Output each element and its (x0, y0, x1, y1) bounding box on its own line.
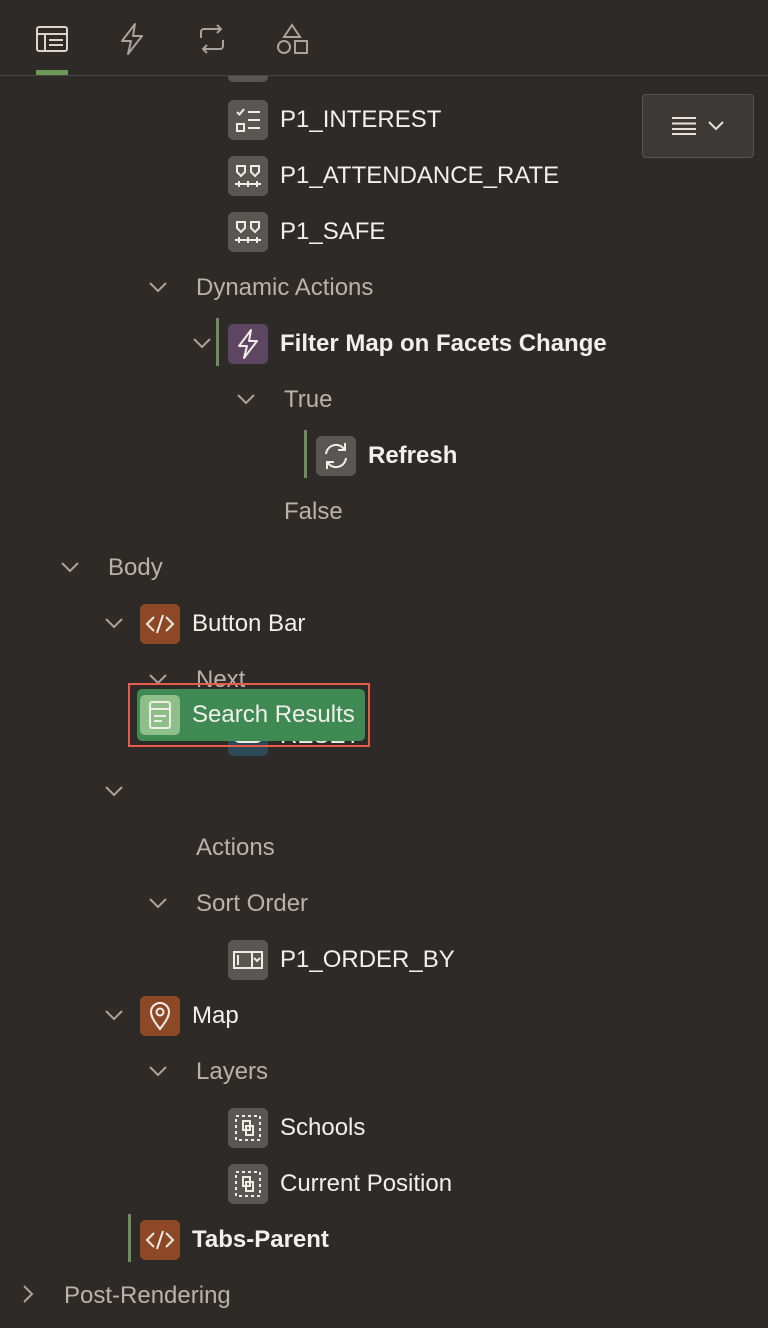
select-list-icon (228, 940, 268, 980)
tab-dynamic-actions[interactable] (112, 18, 152, 60)
tree-item-tabs-parent[interactable]: Tabs-Parent (140, 1212, 329, 1268)
code-icon (140, 604, 180, 644)
tree-item-label: P1_INTEREST (280, 106, 442, 133)
tab-processing[interactable] (192, 18, 232, 60)
tree-item-label: Sort Order (196, 890, 309, 917)
chevron-down-icon[interactable] (102, 611, 126, 635)
tree-group-true[interactable]: True (284, 372, 332, 428)
layer-icon (228, 1164, 268, 1204)
tree-group-body[interactable]: Body (108, 540, 163, 596)
range-icon (228, 156, 268, 196)
top-toolbar (0, 0, 768, 76)
chevron-down-icon[interactable] (146, 275, 170, 299)
code-icon (140, 1220, 180, 1260)
tree-item-label: Layers (196, 1058, 269, 1085)
tree-item-label: Tabs-Parent (192, 1226, 329, 1253)
tree-item-filter-map[interactable]: Filter Map on Facets Change (228, 316, 607, 372)
tree-group-layers[interactable]: Layers (196, 1044, 268, 1100)
tree-group-sort-order[interactable]: Sort Order (196, 876, 308, 932)
tree-item-p1-interest[interactable]: P1_INTEREST (228, 92, 441, 148)
tab-rendering[interactable] (32, 18, 72, 60)
tree-item-label: Body (108, 554, 163, 581)
range-icon (228, 212, 268, 252)
shared-components-icon (277, 23, 308, 54)
tree-item-label: Dynamic Actions (196, 274, 374, 301)
tree-item-p1-order-by[interactable]: P1_ORDER_BY (228, 932, 455, 988)
processing-icon (200, 24, 224, 54)
tree-item-label: True (284, 386, 333, 413)
chevron-down-icon[interactable] (102, 779, 126, 803)
tree-item-search-results[interactable]: Search Results (140, 688, 355, 742)
rendering-tree-icon (36, 26, 68, 52)
chevron-right-icon[interactable] (16, 1282, 40, 1306)
checkbox-list-icon (228, 100, 268, 140)
tree-item-p1-attendance-rate[interactable]: P1_ATTENDANCE_RATE (228, 148, 559, 204)
tree-item-label: P1_SAFE (280, 218, 386, 245)
chevron-down-icon[interactable] (190, 331, 214, 355)
tree-item-current-position[interactable]: Current Position (228, 1156, 452, 1212)
tree-item-label: Search Results (192, 701, 355, 728)
tree-item-schools[interactable]: Schools (228, 1100, 365, 1156)
tree-branch-bar (304, 430, 307, 478)
map-pin-icon (140, 996, 180, 1036)
tree-item-label: Schools (280, 1114, 366, 1141)
tree-item-map[interactable]: Map (140, 988, 239, 1044)
tab-shared-components[interactable] (272, 18, 312, 60)
tree-group-actions[interactable]: Actions (196, 820, 275, 876)
layer-icon (228, 1108, 268, 1148)
lightning-icon (121, 23, 143, 55)
refresh-icon (316, 436, 356, 476)
lightning-icon (228, 324, 268, 364)
chevron-down-icon[interactable] (146, 1059, 170, 1083)
tree-item-label: Post-Rendering (64, 1282, 231, 1309)
tree-group-false[interactable]: False (284, 484, 343, 540)
tree-item-label: P1_ORDER_BY (280, 946, 455, 973)
tree-item-p1-safe[interactable]: P1_SAFE (228, 204, 385, 260)
tree-item-label: False (284, 498, 343, 525)
tree-item-partial (228, 76, 268, 82)
tree-group-dynamic-actions[interactable]: Dynamic Actions (196, 260, 373, 316)
tree-item-label: Actions (196, 834, 275, 861)
chevron-down-icon[interactable] (58, 555, 82, 579)
active-tab-indicator (36, 70, 68, 75)
tree-branch-bar (216, 318, 219, 366)
tree-item-label: Refresh (368, 442, 458, 469)
tree-item-label: Map (192, 1002, 239, 1029)
tree-item-label: Button Bar (192, 610, 306, 637)
tree-item-label: Filter Map on Facets Change (280, 330, 607, 357)
tree-item-label: P1_ATTENDANCE_RATE (280, 162, 560, 189)
report-icon (140, 695, 180, 735)
tree-item-label: Current Position (280, 1170, 453, 1197)
rendering-tree: P1_INTEREST P1_ATTENDANCE_RATE P1_SAFE D… (0, 76, 768, 1328)
chevron-down-icon[interactable] (234, 387, 258, 411)
tree-group-post-rendering[interactable]: Post-Rendering (64, 1268, 231, 1324)
tree-item-button-bar[interactable]: Button Bar (140, 596, 305, 652)
tree-item-refresh[interactable]: Refresh (316, 428, 457, 484)
chevron-down-icon[interactable] (146, 891, 170, 915)
tree-branch-bar (128, 1214, 131, 1262)
chevron-down-icon[interactable] (102, 1003, 126, 1027)
